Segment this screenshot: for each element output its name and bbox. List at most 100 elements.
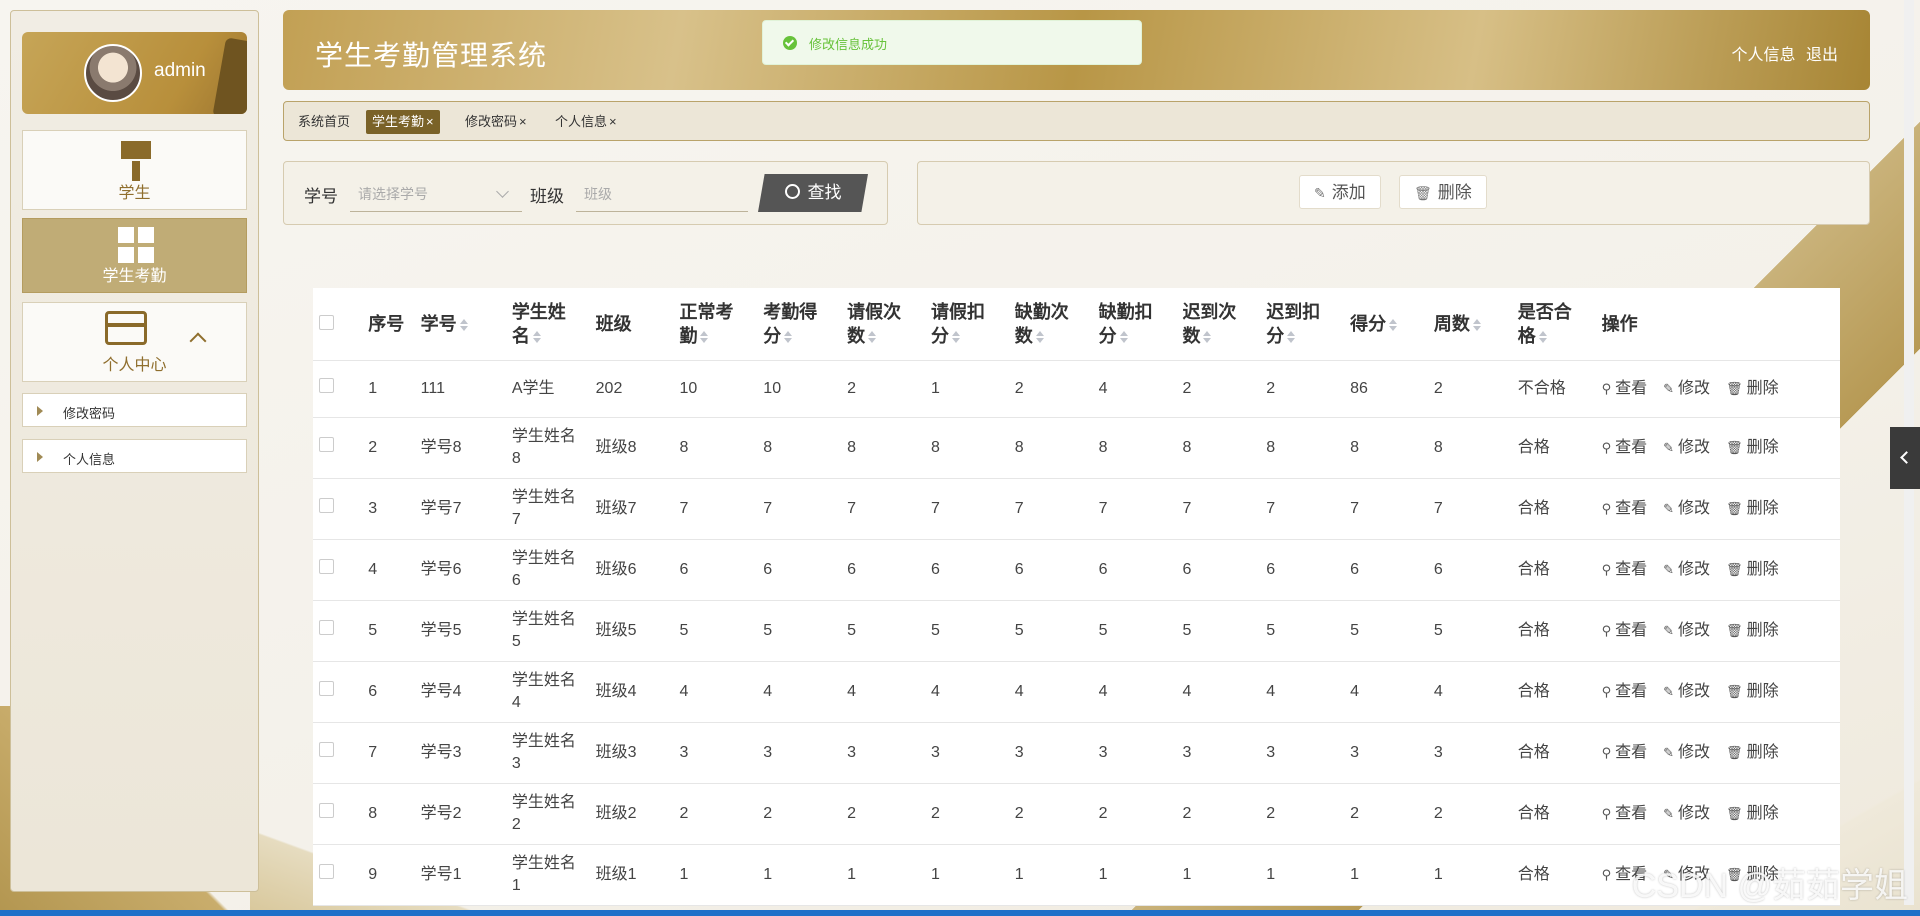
logout-link[interactable]: 退出 (1806, 47, 1838, 64)
side-collapse-handle[interactable] (1890, 427, 1920, 489)
row-checkbox[interactable] (319, 864, 334, 879)
chevron-up-icon[interactable] (189, 332, 207, 350)
view-button[interactable]: ⚲ 查看 (1602, 803, 1648, 825)
close-icon[interactable]: × (609, 114, 617, 129)
table-cell: 8 (1176, 417, 1261, 479)
edit-button[interactable]: ✎ 修改 (1663, 437, 1710, 459)
tag-attendance[interactable]: 学生考勤 × (366, 110, 440, 134)
delete-button[interactable]: 🗑 删除 (1726, 803, 1779, 825)
view-button[interactable]: ⚲ 查看 (1602, 378, 1648, 400)
class-input[interactable] (576, 176, 748, 212)
trash-icon: 🗑 (1726, 806, 1743, 821)
sort-caret-icon[interactable] (1538, 331, 1547, 343)
table-row[interactable]: 7 学号3 学生姓名3 班级3 3 3 3 3 3 3 3 3 3 3 合格 ⚲ 查看 ✎ 修改 🗑 删除 (313, 722, 1840, 784)
close-icon[interactable]: × (426, 114, 434, 129)
delete-button[interactable]: 🗑 删除 (1726, 742, 1779, 764)
sort-caret-icon[interactable] (700, 331, 709, 343)
table-row[interactable]: 5 学号5 学生姓名5 班级5 5 5 5 5 5 5 5 5 5 5 合格 ⚲ 查看 ✎ 修改 🗑 删除 (313, 600, 1840, 662)
sidebar-item-attendance[interactable]: 学生考勤 (22, 218, 247, 293)
delete-button[interactable]: 🗑 删除 (1726, 620, 1779, 642)
sort-caret-icon[interactable] (532, 331, 541, 343)
sidebar-item-personal-center[interactable]: 个人中心 (22, 302, 247, 382)
edit-button[interactable]: ✎ 修改 (1663, 620, 1710, 642)
sort-caret-icon[interactable] (1119, 331, 1128, 343)
tag-change-password[interactable]: 修改密码 × (459, 110, 533, 134)
table-cell: 3 (924, 722, 1009, 784)
column-header[interactable]: 学号 (414, 288, 506, 361)
table-row[interactable]: 9 学号1 学生姓名1 班级1 1 1 1 1 1 1 1 1 1 1 合格 ⚲ 查看 ✎ 修改 🗑 删除 (313, 844, 1840, 906)
column-header[interactable]: 得分 (1344, 288, 1428, 361)
horizontal-scrollbar[interactable] (0, 910, 1920, 916)
sort-caret-icon[interactable] (1203, 331, 1212, 343)
column-header[interactable]: 请假次数 (841, 288, 925, 361)
submenu-profile[interactable]: 个人信息 (22, 439, 247, 473)
sort-caret-icon[interactable] (868, 331, 877, 343)
table-row[interactable]: 3 学号7 学生姓名7 班级7 7 7 7 7 7 7 7 7 7 7 合格 ⚲ 查看 ✎ 修改 🗑 删除 (313, 478, 1840, 540)
view-button[interactable]: ⚲ 查看 (1602, 498, 1648, 520)
edit-button[interactable]: ✎ 修改 (1663, 681, 1710, 703)
table-cell: 8 (1092, 417, 1177, 479)
view-button[interactable]: ⚲ 查看 (1602, 437, 1648, 459)
column-header[interactable]: 缺勤扣分 (1092, 288, 1177, 361)
select-all-checkbox[interactable] (319, 315, 334, 330)
table-row[interactable]: 2 学号8 学生姓名8 班级8 8 8 8 8 8 8 8 8 8 8 合格 ⚲ 查看 ✎ 修改 🗑 删除 (313, 417, 1840, 479)
column-header[interactable]: 周数 (1427, 288, 1512, 361)
edit-button[interactable]: ✎ 修改 (1663, 498, 1710, 520)
row-checkbox[interactable] (319, 559, 334, 574)
view-button[interactable]: ⚲ 查看 (1602, 681, 1648, 703)
view-button[interactable]: ⚲ 查看 (1602, 742, 1648, 764)
delete-button[interactable]: 🗑 删除 (1726, 559, 1779, 581)
column-header[interactable]: 请假扣分 (924, 288, 1009, 361)
delete-button[interactable]: 🗑 删除 (1726, 498, 1779, 520)
row-checkbox[interactable] (319, 681, 334, 696)
profile-link[interactable]: 个人信息 (1732, 47, 1796, 64)
row-checkbox[interactable] (319, 803, 334, 818)
row-checkbox[interactable] (319, 620, 334, 635)
sort-caret-icon[interactable] (1035, 331, 1044, 343)
edit-button[interactable]: ✎ 修改 (1663, 742, 1710, 764)
edit-button[interactable]: ✎ 修改 (1663, 803, 1710, 825)
sort-caret-icon[interactable] (1287, 331, 1296, 343)
delete-button[interactable]: 🗑 删除 (1726, 681, 1779, 703)
column-header[interactable]: 迟到扣分 (1260, 288, 1345, 361)
sort-caret-icon[interactable] (459, 319, 468, 331)
tab-tags-bar: 系统首页 学生考勤 × 修改密码 × 个人信息 × (283, 101, 1870, 141)
view-button[interactable]: ⚲ 查看 (1602, 559, 1648, 581)
delete-button[interactable]: 🗑 删除 (1726, 378, 1779, 400)
sort-caret-icon[interactable] (784, 331, 793, 343)
column-header[interactable]: 考勤得分 (757, 288, 842, 361)
table-row[interactable]: 1 111 A学生 202 10 10 2 1 2 4 2 2 86 2 不合格 ⚲ 查看 ✎ 修改 🗑 删除 (313, 360, 1840, 418)
column-header[interactable]: 迟到次数 (1176, 288, 1261, 361)
tag-home[interactable]: 系统首页 (292, 110, 356, 134)
sort-caret-icon[interactable] (1472, 319, 1481, 331)
sort-caret-icon[interactable] (951, 331, 960, 343)
edit-button[interactable]: ✎ 修改 (1663, 378, 1710, 400)
close-icon[interactable]: × (519, 114, 527, 129)
tag-profile[interactable]: 个人信息 × (549, 110, 623, 134)
table-row[interactable]: 6 学号4 学生姓名4 班级4 4 4 4 4 4 4 4 4 4 4 合格 ⚲ 查看 ✎ 修改 🗑 删除 (313, 661, 1840, 723)
view-button[interactable]: ⚲ 查看 (1602, 620, 1648, 642)
row-checkbox[interactable] (319, 742, 334, 757)
delete-button[interactable]: 🗑 删除 (1399, 175, 1487, 209)
sidebar-item-students[interactable]: 学生 (22, 130, 247, 210)
row-checkbox[interactable] (319, 378, 334, 393)
row-checkbox-cell (313, 417, 363, 479)
table-row[interactable]: 4 学号6 学生姓名6 班级6 6 6 6 6 6 6 6 6 6 6 合格 ⚲ 查看 ✎ 修改 🗑 删除 (313, 539, 1840, 601)
edit-button[interactable]: ✎ 修改 (1663, 559, 1710, 581)
column-header[interactable]: 缺勤次数 (1008, 288, 1093, 361)
column-header[interactable]: 是否合格 (1511, 288, 1596, 361)
table-row[interactable]: 8 学号2 学生姓名2 班级2 2 2 2 2 2 2 2 2 2 2 合格 ⚲ 查看 ✎ 修改 🗑 删除 (313, 783, 1840, 845)
row-checkbox[interactable] (319, 437, 334, 452)
column-header[interactable]: 学生姓名 (505, 288, 590, 361)
column-header[interactable]: 正常考勤 (673, 288, 758, 361)
submenu-change-password[interactable]: 修改密码 (22, 393, 247, 427)
add-button[interactable]: ✎ 添加 (1299, 175, 1381, 209)
student-id-select[interactable] (350, 176, 522, 212)
row-checkbox[interactable] (319, 498, 334, 513)
delete-button[interactable]: 🗑 删除 (1726, 437, 1779, 459)
search-button[interactable]: 查找 (758, 174, 868, 212)
table-cell: 10 (757, 360, 842, 418)
table-cell: 7 (841, 478, 925, 540)
table-cell: 学号2 (414, 783, 506, 845)
sort-caret-icon[interactable] (1389, 319, 1398, 331)
